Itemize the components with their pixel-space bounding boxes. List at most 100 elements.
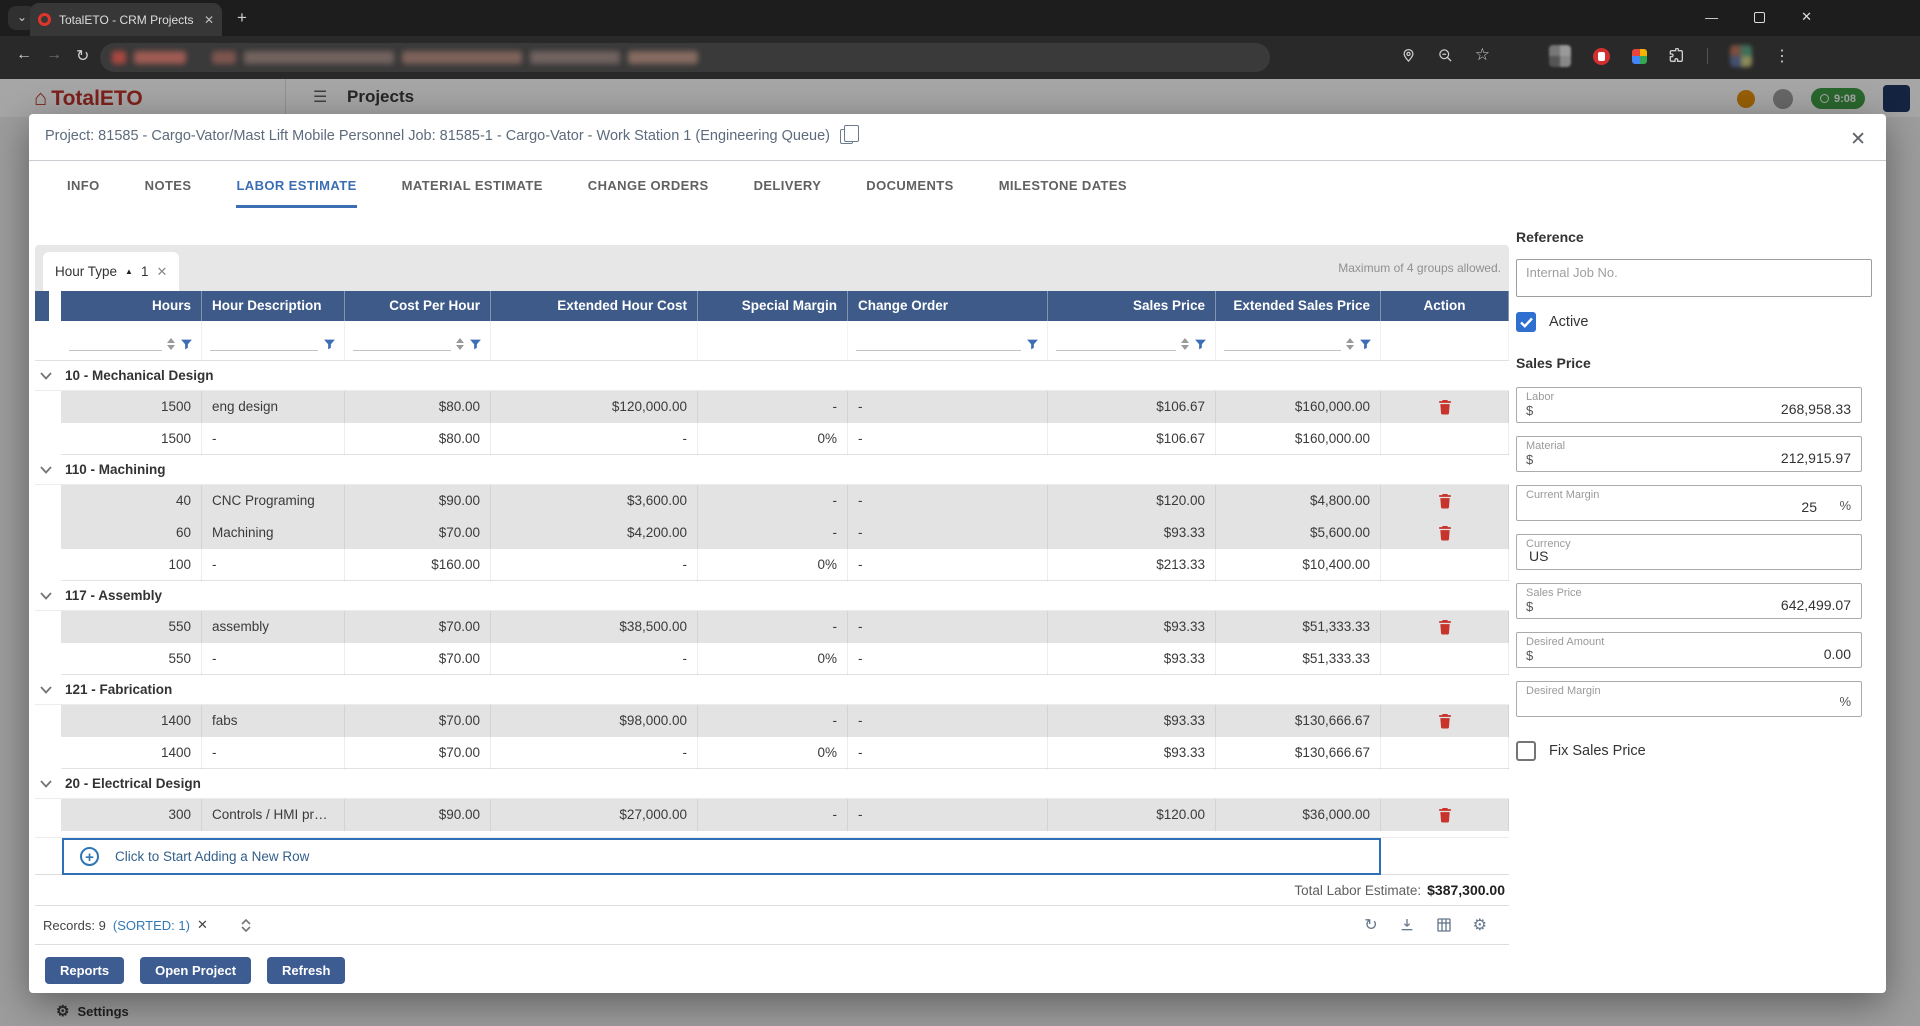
tab-labor-estimate[interactable]: LABOR ESTIMATE <box>236 166 356 208</box>
tab-close-icon[interactable]: ✕ <box>204 13 214 27</box>
window-restore-button[interactable] <box>1754 12 1765 23</box>
col-header-extended-sales-price[interactable]: Extended Sales Price <box>1216 291 1381 321</box>
profile-avatar[interactable] <box>1730 45 1752 67</box>
back-icon[interactable]: ← <box>16 46 32 64</box>
col-header-extended-hour-cost[interactable]: Extended Hour Cost <box>491 291 698 321</box>
field-desired-margin[interactable]: Desired Margin% <box>1516 681 1862 717</box>
tab-milestone-dates[interactable]: MILESTONE DATES <box>999 166 1127 208</box>
browser-menu-icon[interactable]: ⋮ <box>1774 46 1790 66</box>
reports-button[interactable]: Reports <box>45 957 124 984</box>
add-new-row-button[interactable]: + Click to Start Adding a New Row <box>62 838 1381 875</box>
delete-row-icon[interactable] <box>1438 807 1452 823</box>
copy-icon[interactable] <box>840 129 853 144</box>
delete-row-icon[interactable] <box>1438 493 1452 509</box>
col-header-sales-price[interactable]: Sales Price <box>1048 291 1216 321</box>
col-header-change-order[interactable]: Change Order <box>848 291 1048 321</box>
group-header-row[interactable]: 110 - Machining <box>35 455 1509 485</box>
clear-sort-icon[interactable]: ✕ <box>197 917 208 933</box>
window-minimize-button[interactable]: — <box>1705 10 1718 25</box>
fix-sales-price-row[interactable]: Fix Sales Price <box>1516 741 1878 761</box>
tab-notes[interactable]: NOTES <box>145 166 192 208</box>
cell-action[interactable] <box>1381 611 1509 643</box>
sort-spinner-icon[interactable] <box>167 338 175 351</box>
field-material[interactable]: Material$212,915.97 <box>1516 436 1862 472</box>
browser-tab[interactable]: TotalETO - CRM Projects ✕ <box>30 3 222 36</box>
address-bar[interactable] <box>100 43 1270 72</box>
active-checkbox[interactable] <box>1516 312 1536 332</box>
filter-funnel-icon[interactable] <box>180 338 193 351</box>
refresh-icon[interactable]: ↻ <box>1364 915 1377 935</box>
remove-group-icon[interactable]: ✕ <box>156 264 167 280</box>
internal-job-no-input[interactable]: Internal Job No. <box>1516 259 1872 297</box>
unfold-icon[interactable] <box>241 919 251 932</box>
filter-input[interactable] <box>1056 335 1176 351</box>
chevron-down-icon[interactable] <box>40 592 52 600</box>
cell-action[interactable] <box>1381 705 1509 737</box>
field-labor[interactable]: Labor$268,958.33 <box>1516 387 1862 423</box>
chevron-down-icon[interactable] <box>40 466 52 474</box>
field-desired-amount[interactable]: Desired Amount$0.00 <box>1516 632 1862 668</box>
field-sales-price[interactable]: Sales Price$642,499.07 <box>1516 583 1862 619</box>
modal-close-icon[interactable]: ✕ <box>1850 128 1866 151</box>
col-header-hours[interactable]: Hours <box>61 291 202 321</box>
filter-input[interactable] <box>353 335 451 351</box>
location-icon[interactable] <box>1401 48 1416 63</box>
tab-info[interactable]: INFO <box>67 166 100 208</box>
grid-settings-gear-icon[interactable]: ⚙ <box>1473 915 1487 935</box>
active-checkbox-row[interactable]: Active <box>1516 312 1878 332</box>
filter-input[interactable] <box>1224 335 1341 351</box>
cell-action[interactable] <box>1381 799 1509 831</box>
tab-change-orders[interactable]: CHANGE ORDERS <box>588 166 709 208</box>
chevron-down-icon[interactable] <box>40 686 52 694</box>
delete-row-icon[interactable] <box>1438 619 1452 635</box>
filter-input[interactable] <box>856 335 1021 351</box>
tab-material-estimate[interactable]: MATERIAL ESTIMATE <box>402 166 543 208</box>
reload-icon[interactable]: ↻ <box>76 46 89 66</box>
window-close-button[interactable]: ✕ <box>1801 9 1812 25</box>
field-current-margin[interactable]: Current Margin25% <box>1516 485 1862 521</box>
sort-spinner-icon[interactable] <box>456 338 464 351</box>
filter-funnel-icon[interactable] <box>469 338 482 351</box>
extension-icon[interactable] <box>1549 45 1571 67</box>
cell-action[interactable] <box>1381 517 1509 549</box>
filter-input[interactable] <box>210 335 318 351</box>
filter-funnel-icon[interactable] <box>1359 338 1372 351</box>
col-header-action[interactable]: Action <box>1381 291 1509 321</box>
extensions-puzzle-icon[interactable] <box>1669 48 1685 64</box>
zoom-icon[interactable] <box>1438 48 1453 63</box>
delete-row-icon[interactable] <box>1438 713 1452 729</box>
filter-funnel-icon[interactable] <box>1194 338 1207 351</box>
group-chip-hour-type[interactable]: Hour Type ▲ 1 ✕ <box>43 252 179 291</box>
refresh-button[interactable]: Refresh <box>267 957 345 984</box>
col-header-cost-per-hour[interactable]: Cost Per Hour <box>345 291 491 321</box>
new-tab-button[interactable]: + <box>230 8 254 28</box>
filter-input[interactable] <box>69 335 162 351</box>
delete-row-icon[interactable] <box>1438 525 1452 541</box>
sorted-badge[interactable]: (SORTED: 1) <box>113 918 190 933</box>
col-header-hour-description[interactable]: Hour Description <box>202 291 345 321</box>
field-currency[interactable]: CurrencyUS <box>1516 534 1862 570</box>
col-header-special-margin[interactable]: Special Margin <box>698 291 848 321</box>
sort-spinner-icon[interactable] <box>1346 338 1354 351</box>
tab-documents[interactable]: DOCUMENTS <box>866 166 953 208</box>
cell-action[interactable] <box>1381 485 1509 517</box>
group-header-row[interactable]: 20 - Electrical Design <box>35 769 1509 799</box>
group-header-row[interactable]: 10 - Mechanical Design <box>35 361 1509 391</box>
tab-delivery[interactable]: DELIVERY <box>754 166 822 208</box>
extension-icon[interactable] <box>1632 49 1647 64</box>
fix-sales-price-checkbox[interactable] <box>1516 741 1536 761</box>
download-icon[interactable] <box>1399 917 1415 933</box>
sort-spinner-icon[interactable] <box>1181 338 1189 351</box>
bookmark-star-icon[interactable]: ☆ <box>1475 45 1490 65</box>
cell-action[interactable] <box>1381 391 1509 423</box>
group-header-row[interactable]: 121 - Fabrication <box>35 675 1509 705</box>
delete-row-icon[interactable] <box>1438 399 1452 415</box>
open-project-button[interactable]: Open Project <box>140 957 251 984</box>
table-grid-icon[interactable] <box>1436 917 1452 933</box>
group-header-row[interactable]: 117 - Assembly <box>35 581 1509 611</box>
adblock-extension-icon[interactable] <box>1593 48 1610 65</box>
filter-funnel-icon[interactable] <box>323 338 336 351</box>
chevron-down-icon[interactable] <box>40 780 52 788</box>
chevron-down-icon[interactable] <box>40 372 52 380</box>
filter-funnel-icon[interactable] <box>1026 338 1039 351</box>
